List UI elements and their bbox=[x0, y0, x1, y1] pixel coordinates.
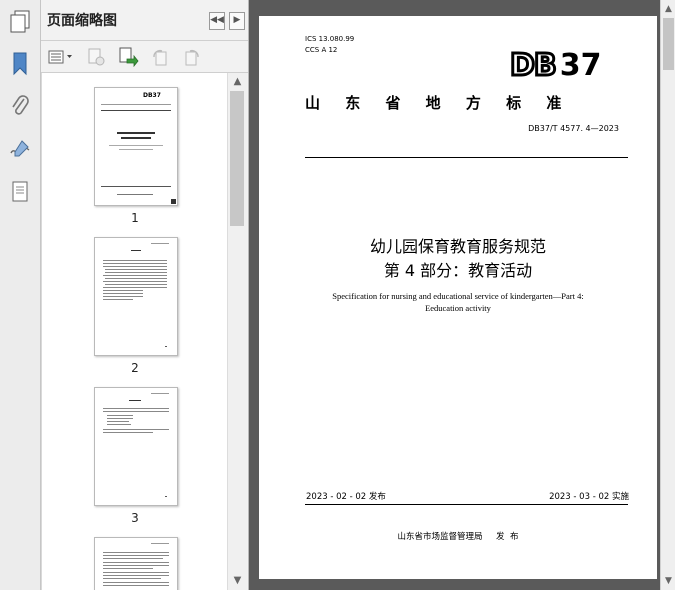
title-line-1: 幼儿园保育教育服务规范 bbox=[369, 237, 546, 256]
signature-icon[interactable] bbox=[4, 133, 36, 165]
layers-icon[interactable] bbox=[4, 176, 36, 208]
thumbnail-number: 2 bbox=[131, 361, 139, 375]
rotate-left-icon bbox=[153, 49, 167, 66]
document-view[interactable]: ICS 13.080.99 CCS A 12 DB 37 山 东 省 地 方 标 … bbox=[249, 0, 660, 590]
ics-code: ICS 13.080.99 bbox=[305, 35, 355, 43]
bookmark-icon[interactable] bbox=[4, 48, 36, 80]
insert-page-icon bbox=[119, 47, 139, 67]
thumbnail-panel: 页面缩略图 ◀◀ ▶ DB37 1 2 3 ▲ ▼ bbox=[41, 0, 249, 590]
scrollbar-thumb[interactable] bbox=[230, 91, 244, 226]
rotate-right-button[interactable] bbox=[181, 47, 203, 67]
chevron-right-icon: ▶ bbox=[233, 15, 241, 25]
english-title-line-2: Eeducation activity bbox=[425, 303, 491, 313]
document-scrollbar[interactable]: ▲ ▼ bbox=[660, 0, 675, 590]
page-thumbnail-2[interactable] bbox=[94, 237, 178, 356]
publish-date: 2023 - 02 - 02 发布 bbox=[306, 492, 386, 502]
document-page: ICS 13.080.99 CCS A 12 DB 37 山 东 省 地 方 标 … bbox=[259, 16, 657, 579]
db-logo-suffix: 37 bbox=[559, 48, 602, 83]
thumbnail-number: 1 bbox=[131, 211, 139, 225]
thumbnail-list[interactable]: DB37 1 2 3 bbox=[41, 73, 228, 590]
scroll-up-arrow-icon[interactable]: ▲ bbox=[230, 75, 245, 89]
options-menu-icon bbox=[48, 50, 72, 64]
page-thumbnail-3[interactable] bbox=[94, 387, 178, 506]
header-rule bbox=[305, 157, 628, 158]
delete-page-button[interactable] bbox=[85, 47, 107, 67]
title-line-2: 第 4 部分：教育活动 bbox=[383, 261, 533, 280]
db-logo: DB 37 bbox=[509, 47, 602, 85]
implement-date: 2023 - 03 - 02 实施 bbox=[549, 492, 629, 502]
standard-type: 山 东 省 地 方 标 准 bbox=[305, 94, 572, 112]
scroll-up-arrow-icon[interactable]: ▲ bbox=[662, 2, 675, 16]
issuer: 山东省市场监督管理局 发 布 bbox=[397, 532, 519, 542]
ccs-code: CCS A 12 bbox=[305, 46, 338, 54]
attachment-icon[interactable] bbox=[4, 90, 36, 122]
scrollbar-thumb[interactable] bbox=[663, 18, 674, 70]
thumb-logo: DB37 bbox=[143, 92, 161, 99]
pages-icon[interactable] bbox=[4, 6, 36, 38]
thumbnail-scrollbar[interactable]: ▲ ▼ bbox=[227, 73, 247, 590]
page-thumbnail-1[interactable]: DB37 bbox=[94, 87, 178, 206]
panel-title: 页面缩略图 bbox=[47, 13, 117, 29]
db-logo-prefix: DB bbox=[509, 47, 559, 85]
thumbnail-toolbar bbox=[41, 42, 248, 73]
english-title-line-1: Specification for nursing and educationa… bbox=[332, 291, 584, 301]
page-thumbnail-4[interactable] bbox=[94, 537, 178, 590]
expand-panel-button[interactable]: ▶ bbox=[229, 12, 245, 30]
double-chevron-left-icon: ◀◀ bbox=[210, 15, 224, 25]
panel-header: 页面缩略图 ◀◀ ▶ bbox=[41, 0, 248, 41]
standard-number: DB37/T 4577. 4—2023 bbox=[528, 124, 619, 133]
collapse-panel-button[interactable]: ◀◀ bbox=[209, 12, 225, 30]
footer-rule bbox=[305, 504, 628, 505]
navigation-rail bbox=[0, 0, 41, 590]
insert-page-button[interactable] bbox=[117, 47, 139, 67]
thumbnail-number: 3 bbox=[131, 511, 139, 525]
scroll-down-arrow-icon[interactable]: ▼ bbox=[662, 574, 675, 588]
rotate-left-button[interactable] bbox=[149, 47, 171, 67]
pdf-viewer-window: 页面缩略图 ◀◀ ▶ DB37 1 2 3 ▲ ▼ ICS 13.080.99 … bbox=[0, 0, 675, 590]
scroll-down-arrow-icon[interactable]: ▼ bbox=[230, 574, 245, 588]
rotate-right-icon bbox=[185, 49, 199, 66]
options-menu-button[interactable] bbox=[47, 47, 75, 67]
delete-page-icon bbox=[88, 48, 105, 66]
